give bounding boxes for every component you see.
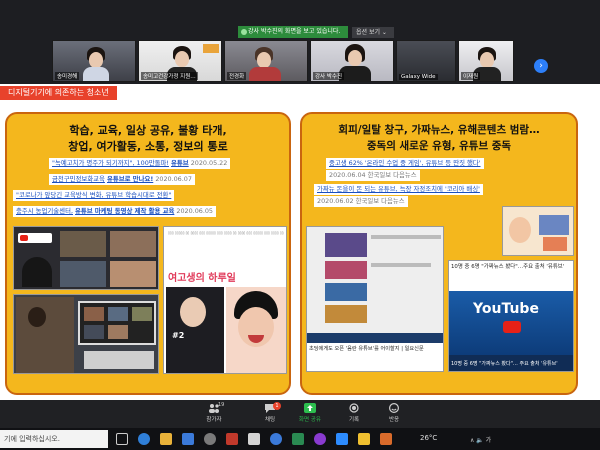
news-item: "녹예고치가 명주가 되기까지", 100만돌파! 유튜브 2020.05.22 (49, 158, 231, 169)
app-icon[interactable] (380, 433, 392, 445)
cartoon-image (502, 206, 574, 256)
taskbar-search-input[interactable]: 기에 입력하십시오. (0, 430, 108, 448)
chat-button[interactable]: 1 채팅 (252, 402, 288, 427)
record-icon (349, 403, 359, 413)
youtube-logo-text: YouTube (473, 301, 539, 317)
app-icon[interactable] (248, 433, 260, 445)
youtube-grid-image (13, 226, 159, 290)
right-heading-line2: 중독의 새로운 유형, 유튜브 중독 (366, 140, 512, 152)
share-screen-button[interactable]: 화면 공유 (292, 403, 328, 427)
reactions-label: 반응 (388, 417, 400, 423)
edge-icon[interactable] (138, 433, 150, 445)
left-panel: 학습, 교육, 일상 공유, 불황 타개, 창업, 여가활동, 소통, 정보의 … (5, 112, 291, 395)
reactions-button[interactable]: 반응 (376, 403, 412, 427)
participant-tile[interactable]: 송미고건강가정 지원… (138, 40, 222, 82)
participant-tile[interactable]: 송미경해 (52, 40, 136, 82)
participants-count: 19 (218, 402, 225, 408)
youtube-app-screenshot: 초딩에게도 오픈 '음란 유튜브'를 어이할지 | 일요신문 (306, 226, 444, 372)
task-view-icon[interactable] (116, 433, 128, 445)
news-item: 중고생 62% '온라인 수업 중 게임', 유튜브 등 딴짓 했다' (326, 158, 484, 169)
participant-name: 전경화 (227, 72, 247, 80)
weather-temperature[interactable]: 26°C (420, 434, 437, 442)
file-explorer-icon[interactable] (160, 433, 172, 445)
news-source: 2020.06.02 한국일보 다음뉴스 (314, 196, 408, 207)
chat-label: 채팅 (264, 417, 276, 423)
news-broadcast-strip: 10명 중 6명 "가짜뉴스 봤다"… 주요 출처 '유튜브' (449, 355, 573, 371)
participant-name: 이재원 (461, 72, 481, 80)
app-icon[interactable] (226, 433, 238, 445)
participant-name: 강사 박수진 (313, 72, 345, 80)
zoom-window: 강사 박수진의 화면을 보고 있습니다. 옵션 보기 ⌄ 송미경해 송미고건강가… (0, 0, 600, 450)
shared-slide: 디지털기기에 의존하는 청소년 학습, 교육, 일상 공유, 불황 타개, 창업… (0, 84, 600, 400)
meeting-toolbar: 19 참가자 1 채팅 화면 공유 기록 반응 (0, 400, 600, 428)
news-item: 가짜뉴 돈을이 돈 되는 유튜브, 늑장 자정조치에 '코리아 배싱' (314, 184, 483, 195)
participants-button[interactable]: 19 참가자 (196, 402, 232, 427)
store-icon[interactable] (182, 433, 194, 445)
edge-icon[interactable] (270, 433, 282, 445)
app-icon[interactable] (358, 433, 370, 445)
share-screen-label: 화면 공유 (299, 417, 321, 423)
participant-tile[interactable]: 강사 박수진 (310, 40, 394, 82)
share-banner-text: 강사 박수진의 화면을 보고 있습니다. (248, 28, 341, 35)
news-source: 2020.06.04 한국일보 다음뉴스 (326, 170, 420, 181)
screen-share-banner: 강사 박수진의 화면을 보고 있습니다. (238, 26, 348, 38)
share-screen-icon (304, 403, 316, 413)
share-status-dot (241, 29, 247, 35)
participants-label: 참가자 (206, 417, 222, 423)
next-participants-icon[interactable]: › (534, 59, 548, 73)
news-item: 충주시 농업기술센터, 유튜브 마케팅 동영상 제작 활용 교육 2020.06… (13, 206, 216, 217)
participant-tile[interactable]: 전경화 (224, 40, 308, 82)
screenshot-caption: 초딩에게도 오픈 '음란 유튜브'를 어이할지 | 일요신문 (307, 343, 443, 371)
participant-tile[interactable]: 이재원 (458, 40, 514, 82)
record-button[interactable]: 기록 (336, 403, 372, 427)
participant-name: 송미고건강가정 지원… (141, 72, 198, 80)
news-item: 금천구민정보화교육 유튜브로 만나요! 2020.06.07 (49, 174, 195, 185)
vlog-image: ▯▯▯ ▯▯▯▯▯ ▯▯ ▯▯▯▯ ▯▯▯ ▯▯▯▯▯ ▯▯▯ ▯▯▯▯ ▯▯ … (163, 226, 287, 374)
windows-taskbar: 기에 입력하십시오. 26°C ∧ 🔈 가 (0, 428, 600, 450)
smile-icon (389, 403, 399, 413)
right-heading-line1: 회피/일탈 창구, 가짜뉴스, 유해콘텐츠 범람… (338, 124, 540, 136)
participant-name: Galaxy Wide (399, 74, 438, 80)
left-heading-line2: 창업, 여가활동, 소통, 정보의 통로 (68, 140, 228, 153)
zoom-app-icon[interactable] (336, 433, 348, 445)
online-class-image (13, 294, 159, 374)
participant-tile[interactable]: Galaxy Wide (396, 40, 456, 82)
chat-badge: 1 (273, 402, 281, 410)
view-options-button[interactable]: 옵션 보기 ⌄ (352, 27, 394, 38)
participant-strip: 송미경해 송미고건강가정 지원… 전경화 강사 박수진 Galaxy Wide … (52, 40, 552, 82)
left-heading-line1: 학습, 교육, 일상 공유, 불황 타개, (69, 124, 227, 137)
settings-gear-icon[interactable] (204, 433, 216, 445)
system-tray[interactable]: ∧ 🔈 가 (470, 435, 491, 444)
slide-title: 디지털기기에 의존하는 청소년 (0, 86, 117, 100)
vlog-title: 여고생의 하루일 (168, 273, 236, 284)
fake-news-caption: 10명 중 6명 "가짜뉴스 봤다"…주요 출처 '유튜브' (451, 264, 565, 270)
app-icon[interactable] (314, 433, 326, 445)
record-label: 기록 (348, 417, 360, 423)
app-icon[interactable] (292, 433, 304, 445)
fake-news-image: 10명 중 6명 "가짜뉴스 봤다"…주요 출처 '유튜브' YouTube 1… (448, 260, 574, 372)
participant-name: 송미경해 (55, 72, 80, 80)
right-panel: 회피/일탈 창구, 가짜뉴스, 유해콘텐츠 범람… 중독의 새로운 유형, 유튜… (300, 112, 578, 395)
news-item: "코로나가 앞당긴 교육방식 변화, 유튜브 학습시대로 전환" (13, 190, 175, 201)
